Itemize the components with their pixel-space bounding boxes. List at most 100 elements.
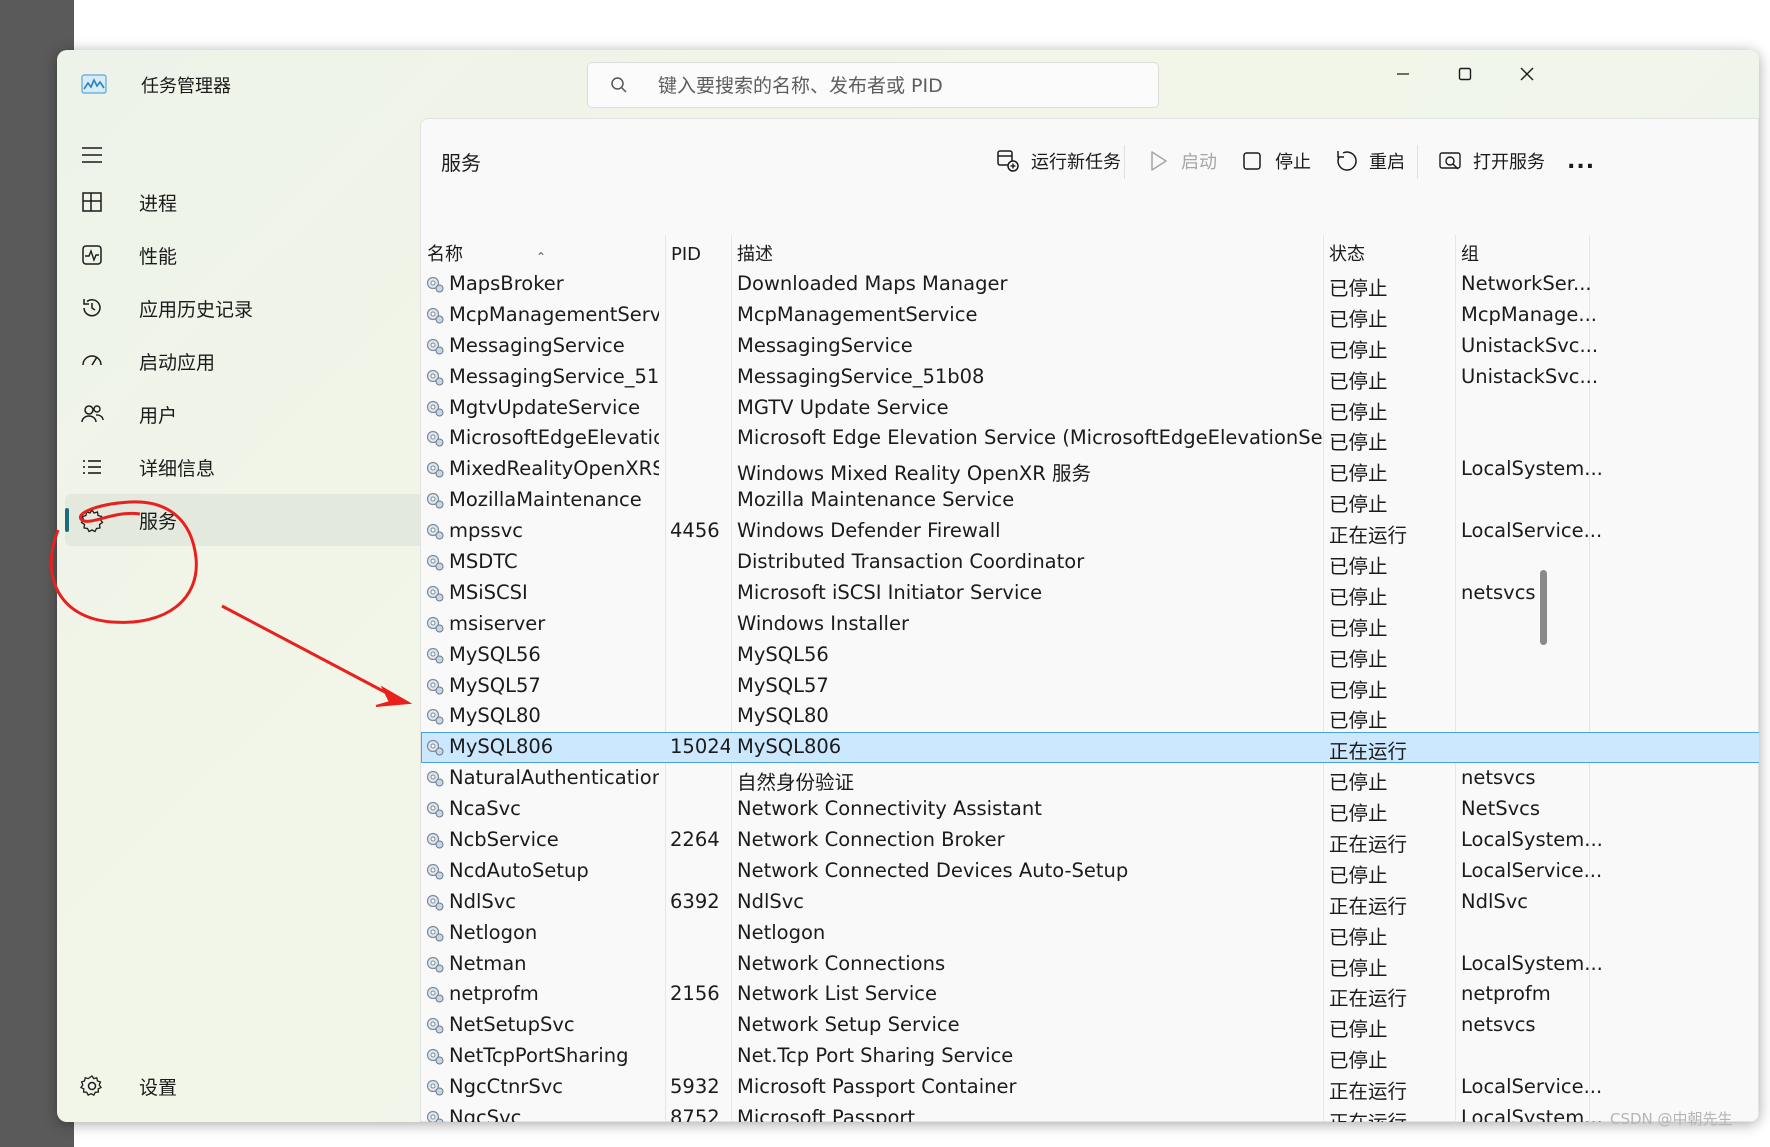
search-box[interactable] [587,62,1159,109]
service-gear-icon [425,305,445,325]
description-cell: NdlSvc [737,889,805,913]
sidebar-item-details[interactable]: 详细信息 [65,441,469,493]
status-cell: 正在运行 [1329,987,1408,1011]
table-row[interactable]: MixedRealityOpenXRSvc Windows Mixed Reali… [421,454,1759,485]
table-row[interactable]: MySQL806 15024 MySQL806 正在运行 [421,732,1759,763]
table-row[interactable]: MozillaMaintenance Mozilla Maintenance Se… [421,485,1759,516]
sidebar-item-settings[interactable]: 设置 [65,1060,469,1112]
sidebar-item-app-history[interactable]: 应用历史记录 [65,282,469,334]
table-row[interactable]: MessagingService MessagingService 已停止 Unist… [421,331,1759,362]
table-row[interactable]: mpssvc 4456 Windows Defender Firewall 正在运行 L… [421,516,1759,547]
service-name-cell: msiserver [449,611,546,635]
service-name-cell: MSDTC [449,550,518,574]
service-gear-icon [425,861,445,881]
description-cell: McpManagementService [737,302,978,326]
status-cell: 正在运行 [1329,1106,1449,1122]
table-row[interactable]: NgcSvc 8752 Microsoft Passport 正在运行 LocalSys… [421,1103,1759,1122]
service-name-cell: NetTcpPortSharing [449,1044,629,1068]
column-header-description[interactable]: 描述 [731,235,1323,271]
sidebar-item-startup-apps[interactable]: 启动应用 [65,335,469,387]
table-row[interactable]: MgtvUpdateService MGTV Update Service 已停止 [421,393,1759,424]
service-gear-icon [425,768,445,788]
table-row[interactable]: McpManagementServi... McpManagementServic… [421,300,1759,331]
table-row[interactable]: NcaSvc Network Connectivity Assistant 已停止 N… [421,794,1759,825]
column-header-name[interactable]: 名称 ⌃ [421,235,665,271]
column-header-status[interactable]: 状态 [1323,235,1455,271]
service-name-cell: MySQL80 [449,704,541,728]
description-cell: Network List Service [737,982,937,1006]
table-row[interactable]: MySQL56 MySQL56 已停止 [421,640,1759,671]
description-cell: Network Connections [737,951,946,975]
close-button[interactable] [1497,56,1557,92]
table-row[interactable]: NcbService 2264 Network Connection Broker 正… [421,825,1759,856]
service-name-cell: NgcSvc [449,1106,522,1122]
table-row[interactable]: MySQL80 MySQL80 已停止 [421,701,1759,732]
table-row[interactable]: netprofm 2156 Network List Service 正在运行 netp… [421,979,1759,1010]
run-new-task-button[interactable]: 运行新任务 [995,139,1121,183]
hamburger-menu-icon[interactable] [79,144,105,166]
service-name-cell: NgcCtnrSvc [449,1075,563,1099]
status-cell: 已停止 [1329,555,1388,579]
service-name-cell: NetSetupSvc [449,1013,575,1037]
start-button[interactable]: 启动 [1145,139,1217,183]
processes-icon [79,189,105,215]
table-row[interactable]: NdlSvc 6392 NdlSvc 正在运行 NdlSvc [421,887,1759,918]
sidebar-item-label: 服务 [139,511,178,533]
minimize-button[interactable] [1373,56,1433,92]
table-row[interactable]: NaturalAuthentication 自然身份验证 已停止 netsvcs [421,763,1759,794]
service-gear-icon [425,552,445,572]
sidebar-item-services[interactable]: 服务 [65,494,469,546]
maximize-icon [1458,67,1472,81]
column-header-group[interactable]: 组 [1455,235,1589,271]
sidebar-item-users[interactable]: 用户 [65,388,469,440]
open-services-button[interactable]: 打开服务 [1437,139,1545,183]
group-cell: LocalService... [1461,519,1601,543]
table-row[interactable]: MSiSCSI Microsoft iSCSI Initiator Service… [421,578,1759,609]
maximize-button[interactable] [1435,56,1495,92]
group-cell: NetSvcs [1461,797,1541,821]
group-cell: LocalService... [1461,858,1601,882]
table-row[interactable]: Netlogon Netlogon 已停止 [421,918,1759,949]
service-gear-icon [425,428,445,448]
status-cell: 已停止 [1329,277,1388,300]
vertical-scrollbar[interactable] [1540,570,1547,645]
restart-icon [1333,148,1359,174]
app-title: 任务管理器 [141,76,231,97]
restart-button[interactable]: 重启 [1333,139,1405,183]
table-row[interactable]: NcdAutoSetup Network Connected Devices Au… [421,856,1759,887]
task-manager-window: 任务管理器 进程 性能 应用历史记录 [57,50,1759,1122]
restart-label: 重启 [1369,152,1405,173]
service-name-cell: MicrosoftEdgeElevatio... [449,426,659,450]
toolbar-divider [1124,145,1125,179]
description-cell: MGTV Update Service [737,395,949,419]
search-input[interactable] [656,63,1150,109]
sidebar-item-performance[interactable]: 性能 [65,229,469,281]
more-options-button[interactable]: ... [1567,139,1595,183]
description-cell: Network Connection Broker [737,828,1005,852]
stop-button[interactable]: 停止 [1239,139,1311,183]
status-cell: 已停止 [1329,647,1388,671]
table-row[interactable]: MicrosoftEdgeElevatio... Microsoft Edge E… [421,423,1759,454]
pid-cell: 2156 [670,982,720,1006]
table-row[interactable]: NetSetupSvc Network Setup Service 已停止 netsv… [421,1010,1759,1041]
table-row[interactable]: MapsBroker Downloaded Maps Manager 已停止 Netw… [421,269,1759,300]
table-row[interactable]: MSDTC Distributed Transaction Coordinator… [421,547,1759,578]
column-header-pid[interactable]: PID [665,235,731,271]
table-row[interactable]: MessagingService_51b... MessagingService_… [421,362,1759,393]
service-name-cell: MessagingService [449,333,625,357]
table-row[interactable]: MySQL57 MySQL57 已停止 [421,671,1759,702]
description-cell: Windows Defender Firewall [737,519,1001,543]
pid-cell: 6392 [670,889,720,913]
description-cell: 自然身份验证 [737,771,855,795]
table-row[interactable]: msiserver Windows Installer 已停止 [421,609,1759,640]
sidebar-item-processes[interactable]: 进程 [65,176,469,228]
group-cell: NdlSvc [1461,889,1529,913]
minimize-icon [1397,73,1409,75]
column-label: 组 [1461,244,1479,265]
table-row[interactable]: NgcCtnrSvc 5932 Microsoft Passport Contain… [421,1072,1759,1103]
table-body: MapsBroker Downloaded Maps Manager 已停止 Netw… [421,269,1759,1122]
status-cell: 已停止 [1329,585,1388,609]
table-row[interactable]: NetTcpPortSharing Net.Tcp Port Sharing Se… [421,1041,1759,1072]
table-row[interactable]: Netman Network Connections 已停止 LocalSystem.… [421,949,1759,980]
active-indicator [65,508,69,532]
